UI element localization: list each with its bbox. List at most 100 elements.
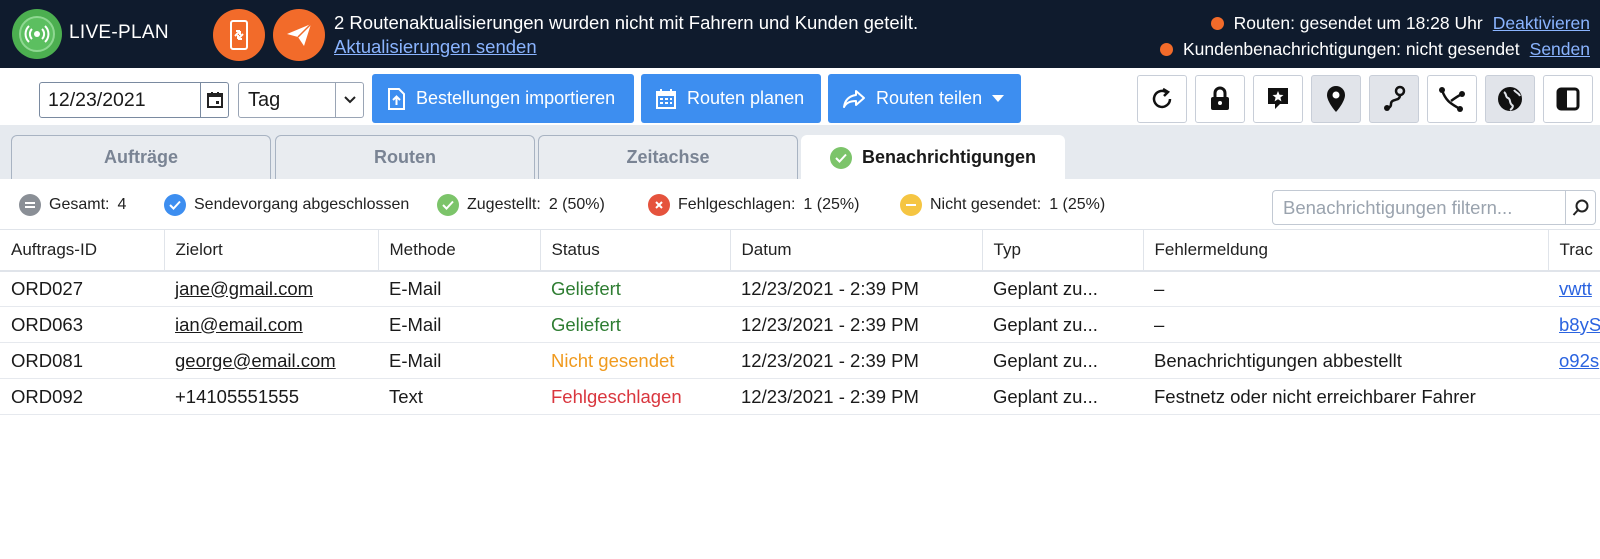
tracking-cell[interactable]: b8yS xyxy=(1548,306,1600,343)
search-icon[interactable] xyxy=(1565,191,1595,224)
table-row[interactable]: ORD027 jane@gmail.com E-Mail Geliefert 1… xyxy=(0,270,1600,307)
column-header-order-id[interactable]: Auftrags-ID xyxy=(0,229,165,272)
summary-send-complete: Sendevorgang abgeschlossen xyxy=(164,194,409,216)
live-plan-label: LIVE-PLAN xyxy=(69,22,169,43)
destination-cell[interactable]: george@email.com xyxy=(164,342,378,379)
tracking-link[interactable]: o92s xyxy=(1559,350,1599,371)
failed-value: 1 (25%) xyxy=(803,196,860,213)
summary-delivered: Zugestellt: 2 (50%) xyxy=(437,194,605,216)
date-value[interactable]: 12/23/2021 xyxy=(40,89,200,112)
check-circle-icon xyxy=(829,146,852,169)
lock-icon[interactable] xyxy=(1195,75,1245,123)
caret-down-icon xyxy=(992,94,1005,102)
method-cell: Text xyxy=(378,378,540,415)
order-id-cell: ORD063 xyxy=(0,306,164,343)
deactivate-link[interactable]: Deaktivieren xyxy=(1493,13,1590,34)
tab-orders[interactable]: Aufträge xyxy=(11,135,271,179)
error-cell: Festnetz oder nicht erreichbarer Fahrer xyxy=(1143,378,1548,415)
tab-notifications[interactable]: Benachrichtigungen xyxy=(801,135,1065,179)
calendar-icon[interactable] xyxy=(200,83,228,117)
globe-icon[interactable] xyxy=(1485,75,1535,123)
method-cell: E-Mail xyxy=(378,270,540,307)
status-cell: Fehlgeschlagen xyxy=(540,378,730,415)
destination-link[interactable]: ian@email.com xyxy=(175,314,303,335)
notifications-table-wrap: Auftrags-ID Zielort Methode Status Datum… xyxy=(0,229,1600,559)
tab-routes[interactable]: Routen xyxy=(275,135,535,179)
tracking-link[interactable]: vwtt xyxy=(1559,278,1592,299)
type-cell: Geplant zu... xyxy=(982,306,1143,343)
map-pin-icon[interactable] xyxy=(1311,75,1361,123)
column-header-status[interactable]: Status xyxy=(540,229,731,272)
send-complete-label: Sendevorgang abgeschlossen xyxy=(194,196,410,213)
toolbar: 12/23/2021 Tag Bestellungen importieren … xyxy=(0,68,1600,125)
period-value: Tag xyxy=(248,88,281,111)
notifications-table: Auftrags-ID Zielort Methode Status Datum… xyxy=(0,229,1600,415)
type-cell: Geplant zu... xyxy=(982,378,1143,415)
total-label: Gesamt: xyxy=(49,196,110,213)
tracking-cell[interactable] xyxy=(1548,378,1600,415)
destination-cell[interactable]: jane@gmail.com xyxy=(164,270,378,307)
routes-status-text: Routen: gesendet um 18:28 Uhr xyxy=(1233,13,1483,33)
column-header-tracking[interactable]: Trac xyxy=(1548,229,1600,272)
column-header-date[interactable]: Datum xyxy=(730,229,983,272)
route-branch-icon[interactable] xyxy=(1427,75,1477,123)
tracking-link[interactable]: b8yS xyxy=(1559,314,1600,335)
share-routes-button[interactable]: Routen teilen xyxy=(828,74,1021,123)
delivered-value: 2 (50%) xyxy=(548,196,605,213)
column-header-destination[interactable]: Zielort xyxy=(164,229,379,272)
destination-cell: +14105551555 xyxy=(164,378,378,415)
tracking-cell[interactable]: vwtt xyxy=(1548,270,1600,307)
paper-plane-icon[interactable] xyxy=(273,9,325,61)
destination-link[interactable]: jane@gmail.com xyxy=(175,278,313,299)
notification-filter xyxy=(1272,190,1596,225)
import-orders-button[interactable]: Bestellungen importieren xyxy=(372,74,634,123)
period-select[interactable]: Tag xyxy=(238,82,364,118)
tab-bar: Aufträge Routen Zeitachse Benachrichtigu… xyxy=(0,125,1600,179)
table-row[interactable]: ORD081 george@email.com E-Mail Nicht ges… xyxy=(0,342,1600,379)
phone-sync-icon[interactable] xyxy=(213,9,265,61)
date-field[interactable]: 12/23/2021 xyxy=(39,82,229,118)
routes-status: Routen: gesendet um 18:28 Uhr Deaktivier… xyxy=(1210,13,1590,34)
table-row[interactable]: ORD063 ian@email.com E-Mail Geliefert 12… xyxy=(0,306,1600,343)
summary-not-sent: Nicht gesendet: 1 (25%) xyxy=(900,194,1105,216)
total-icon xyxy=(19,194,41,216)
type-cell: Geplant zu... xyxy=(982,342,1143,379)
tracking-cell[interactable]: o92s xyxy=(1548,342,1600,379)
plan-routes-button[interactable]: Routen planen xyxy=(641,74,821,123)
check-circle-icon xyxy=(437,194,459,216)
summary-failed: Fehlgeschlagen: 1 (25%) xyxy=(648,194,859,216)
x-circle-icon xyxy=(648,194,670,216)
customer-status-text: Kundenbenachrichtigungen: nicht gesendet xyxy=(1183,39,1520,59)
total-value: 4 xyxy=(117,196,127,213)
send-link[interactable]: Senden xyxy=(1530,39,1590,60)
calendar-icon xyxy=(656,88,676,109)
check-circle-icon xyxy=(164,194,186,216)
upload-file-icon xyxy=(388,87,405,110)
order-id-cell: ORD092 xyxy=(0,378,164,415)
destination-link[interactable]: george@email.com xyxy=(175,350,336,371)
destination-cell[interactable]: ian@email.com xyxy=(164,306,378,343)
broadcast-icon[interactable] xyxy=(12,9,62,59)
star-message-icon[interactable] xyxy=(1253,75,1303,123)
not-sent-value: 1 (25%) xyxy=(1049,196,1106,213)
error-cell: – xyxy=(1143,306,1548,343)
route-icon[interactable] xyxy=(1369,75,1419,123)
table-header-row: Auftrags-ID Zielort Methode Status Datum… xyxy=(0,229,1600,272)
table-row[interactable]: ORD092 +14105551555 Text Fehlgeschlagen … xyxy=(0,378,1600,415)
refresh-icon[interactable] xyxy=(1137,75,1187,123)
column-header-error[interactable]: Fehlermeldung xyxy=(1143,229,1549,272)
filter-input[interactable] xyxy=(1273,191,1565,224)
import-orders-label: Bestellungen importieren xyxy=(416,88,616,108)
order-id-cell: ORD027 xyxy=(0,270,164,307)
chevron-down-icon xyxy=(335,83,363,117)
type-cell: Geplant zu... xyxy=(982,270,1143,307)
status-cell: Nicht gesendet xyxy=(540,342,730,379)
panel-icon[interactable] xyxy=(1543,75,1593,123)
send-updates-link[interactable]: Aktualisierungen senden xyxy=(334,36,537,58)
status-dot-icon xyxy=(1160,43,1173,56)
column-header-method[interactable]: Methode xyxy=(378,229,541,272)
date-cell: 12/23/2021 - 2:39 PM xyxy=(730,342,982,379)
tab-timeline[interactable]: Zeitachse xyxy=(538,135,798,179)
minus-circle-icon xyxy=(900,194,922,216)
column-header-type[interactable]: Typ xyxy=(982,229,1144,272)
